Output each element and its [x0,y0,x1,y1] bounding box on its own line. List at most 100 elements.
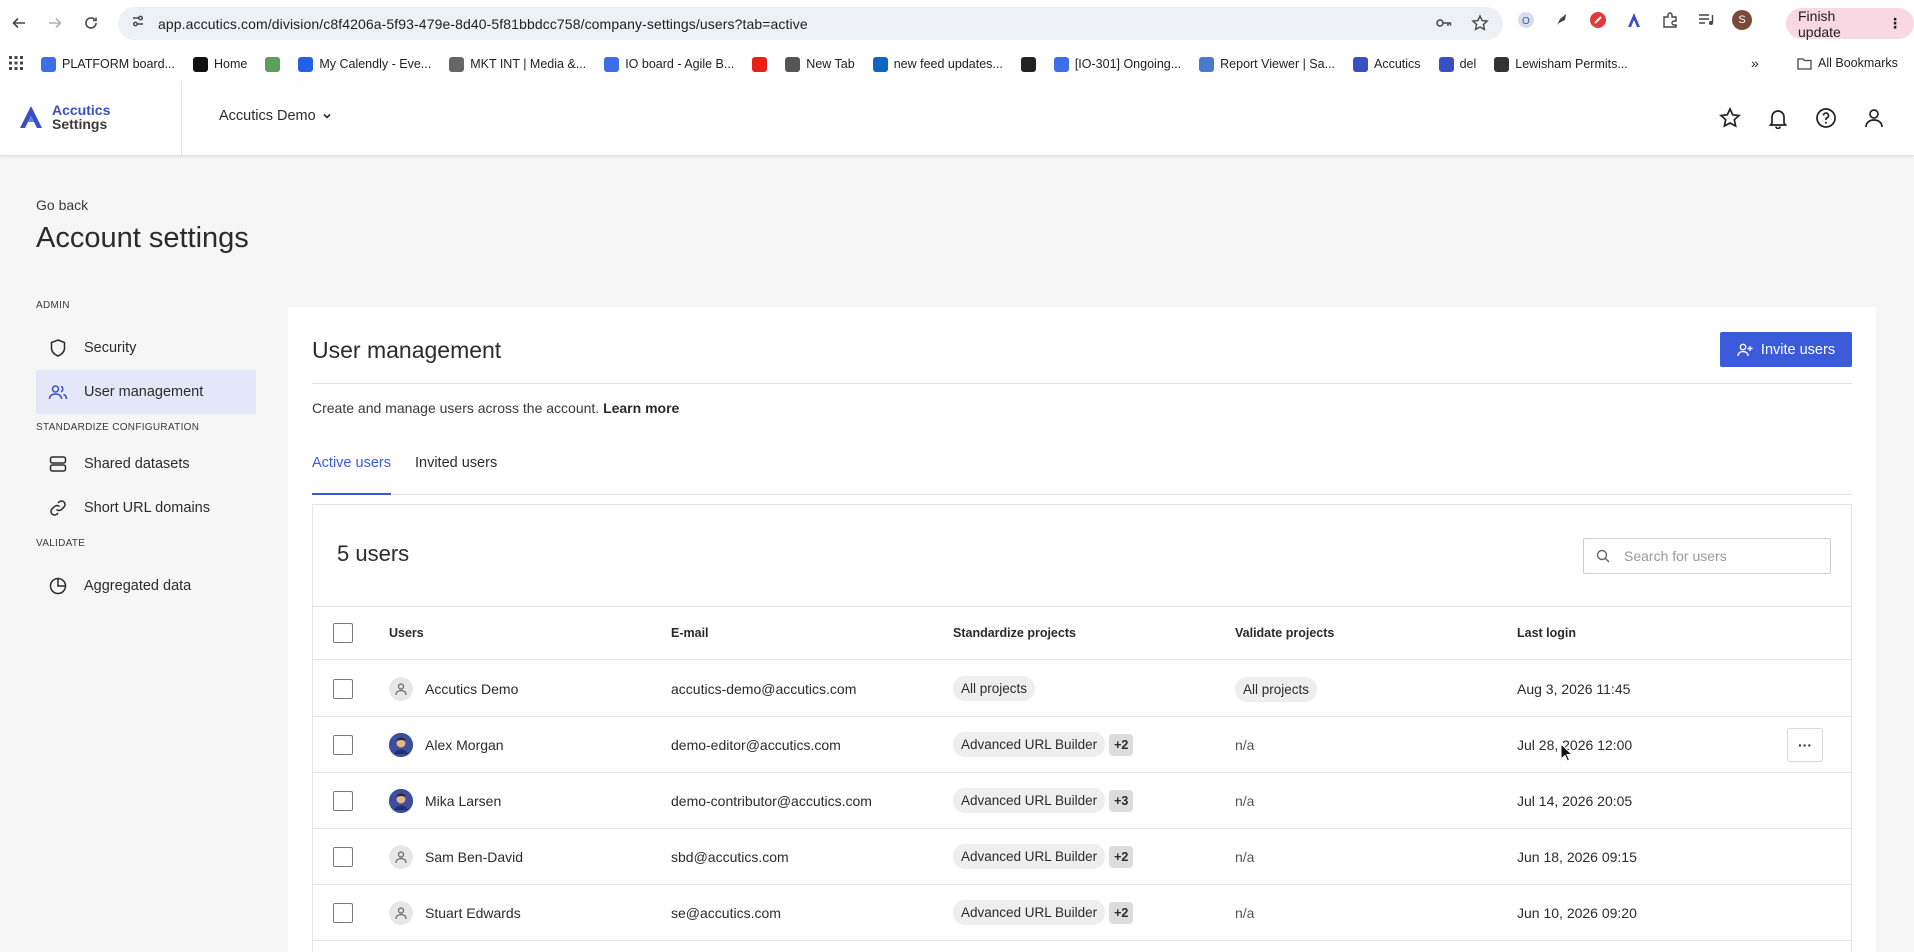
bookmark-item[interactable]: Report Viewer | Sa... [1199,56,1336,72]
red-extension-icon[interactable] [1588,10,1608,30]
jira-icon [604,56,620,72]
company-name: Accutics Demo [219,108,316,124]
bookmark-item[interactable] [265,56,281,72]
standardize-projects-chip: Advanced URL Builder [953,788,1106,813]
more-bookmarks-icon[interactable]: » [1751,55,1759,71]
column-header-validate-projects[interactable]: Validate projects [1235,626,1517,640]
search-input[interactable] [1624,548,1814,564]
more-projects-badge[interactable]: +2 [1109,845,1134,868]
password-key-icon[interactable] [1435,14,1453,37]
site-settings-icon[interactable] [130,13,146,34]
search-box[interactable] [1583,538,1831,574]
jira-icon [1053,56,1069,72]
bookmark-item[interactable]: Lewisham Permits... [1494,56,1628,72]
help-icon[interactable] [1814,106,1838,130]
row-actions-menu-button[interactable]: ··· [1787,727,1823,762]
user-count: 5 users [337,541,410,566]
bookmark-label: Report Viewer | Sa... [1220,57,1336,71]
profile-avatar[interactable]: S [1732,10,1752,30]
column-header-email[interactable]: E-mail [671,626,953,640]
row-checkbox[interactable] [333,790,353,811]
extension-1-icon[interactable]: O [1516,10,1536,30]
bookmark-label: IO board - Agile B... [625,57,735,71]
bookmark-item[interactable]: IO board - Agile B... [604,56,735,72]
bookmark-item[interactable]: PLATFORM board... [41,56,175,72]
table-row[interactable]: Sam Ben-David sbd@accutics.com Advanced … [313,829,1851,885]
learn-more-link[interactable]: Learn more [603,400,679,416]
table-row[interactable]: Mika Larsen demo-contributor@accutics.co… [313,773,1851,829]
sidebar-item-short-url-domains[interactable]: Short URL domains [36,486,256,530]
back-icon[interactable] [4,8,34,38]
media-control-icon[interactable] [1696,10,1716,30]
address-bar[interactable]: app.accutics.com/division/c8f4206a-5f93-… [118,7,1503,40]
tab-invited-users[interactable]: Invited users [415,455,497,495]
more-projects-badge[interactable]: +2 [1109,901,1134,924]
select-all-checkbox[interactable] [333,623,353,643]
accutics-icon [1438,56,1454,72]
invite-users-button[interactable]: Invite users [1720,332,1852,367]
accutics-logo[interactable]: Accutics Settings [18,103,110,131]
accutics-icon [265,56,281,72]
accutics-extension-icon[interactable] [1624,10,1644,30]
company-selector[interactable]: Accutics Demo [219,108,332,124]
validate-projects-chip: All projects [1235,676,1318,702]
table-row[interactable]: Accutics Demo accutics-demo@accutics.com… [313,661,1851,717]
more-projects-badge[interactable]: +3 [1109,789,1134,812]
accutics-icon [1353,56,1369,72]
bookmark-item[interactable]: My Calendly - Eve... [298,56,431,72]
bookmark-item[interactable]: MKT INT | Media &... [449,56,586,72]
section-description: Create and manage users across the accou… [312,400,679,416]
user-email: accutics-demo@accutics.com [671,680,857,697]
sidebar-item-label: Security [84,340,137,356]
last-login: Jun 18, 2026 09:15 [1517,848,1637,865]
bookmark-label: Home [214,57,248,71]
sidebar-item-security[interactable]: Security [36,326,256,370]
all-bookmarks-label: All Bookmarks [1818,56,1898,70]
bookmark-star-icon[interactable] [1471,14,1489,37]
extensions-puzzle-icon[interactable] [1660,10,1680,30]
row-checkbox[interactable] [333,902,353,923]
more-projects-badge[interactable]: +2 [1109,733,1134,756]
last-login: Jun 10, 2026 09:20 [1517,904,1637,921]
sidebar-item-label: Shared datasets [84,456,190,472]
table-row[interactable]: Stuart Edwards se@accutics.com Advanced … [313,885,1851,941]
table-row[interactable]: Alex Morgan demo-editor@accutics.com Adv… [313,717,1851,773]
row-checkbox[interactable] [333,678,353,699]
tab-active-users[interactable]: Active users [312,455,391,495]
bookmark-item[interactable] [752,56,768,72]
user-avatar-icon [389,844,413,869]
sidebar-item-shared-datasets[interactable]: Shared datasets [36,442,256,486]
validate-projects-value: n/a [1235,792,1255,809]
rocket-extension-icon[interactable] [1552,10,1572,30]
notifications-bell-icon[interactable] [1766,106,1790,130]
all-bookmarks-folder[interactable]: All Bookmarks [1797,56,1898,70]
bookmark-item[interactable]: new feed updates... [872,56,1003,72]
jira-icon [41,56,56,72]
row-checkbox[interactable] [333,734,353,755]
finish-update-button[interactable]: Finish update ⋮ [1786,8,1914,40]
favorites-star-icon[interactable] [1718,106,1742,130]
column-header-users[interactable]: Users [389,626,671,640]
user-management-card: User management Invite users Create and … [288,307,1876,952]
bookmark-item[interactable]: New Tab [785,56,855,72]
apps-grid-icon[interactable] [9,55,23,73]
forward-icon[interactable] [40,8,70,38]
sidebar-item-user-management[interactable]: User management [36,370,256,414]
bookmark-item[interactable]: Accutics [1353,56,1421,72]
logo-line2: Settings [52,116,108,132]
standardize-projects-chip: All projects [953,676,1036,701]
svg-text:O: O [1522,16,1530,27]
bookmark-label: PLATFORM board... [62,57,175,71]
row-checkbox[interactable] [333,846,353,867]
bookmark-item[interactable]: del [1438,56,1476,72]
reload-icon[interactable] [76,8,106,38]
go-back-link[interactable]: Go back [36,197,88,213]
sidebar-item-aggregated-data[interactable]: Aggregated data [36,564,256,608]
user-profile-icon[interactable] [1862,106,1886,130]
title-divider [312,383,1852,384]
column-header-last-login[interactable]: Last login [1517,626,1787,640]
bookmark-item[interactable]: Home [193,56,248,72]
column-header-standardize-projects[interactable]: Standardize projects [953,626,1235,640]
bookmark-item[interactable]: [IO-301] Ongoing... [1053,56,1181,72]
bookmark-item[interactable] [1020,56,1036,72]
